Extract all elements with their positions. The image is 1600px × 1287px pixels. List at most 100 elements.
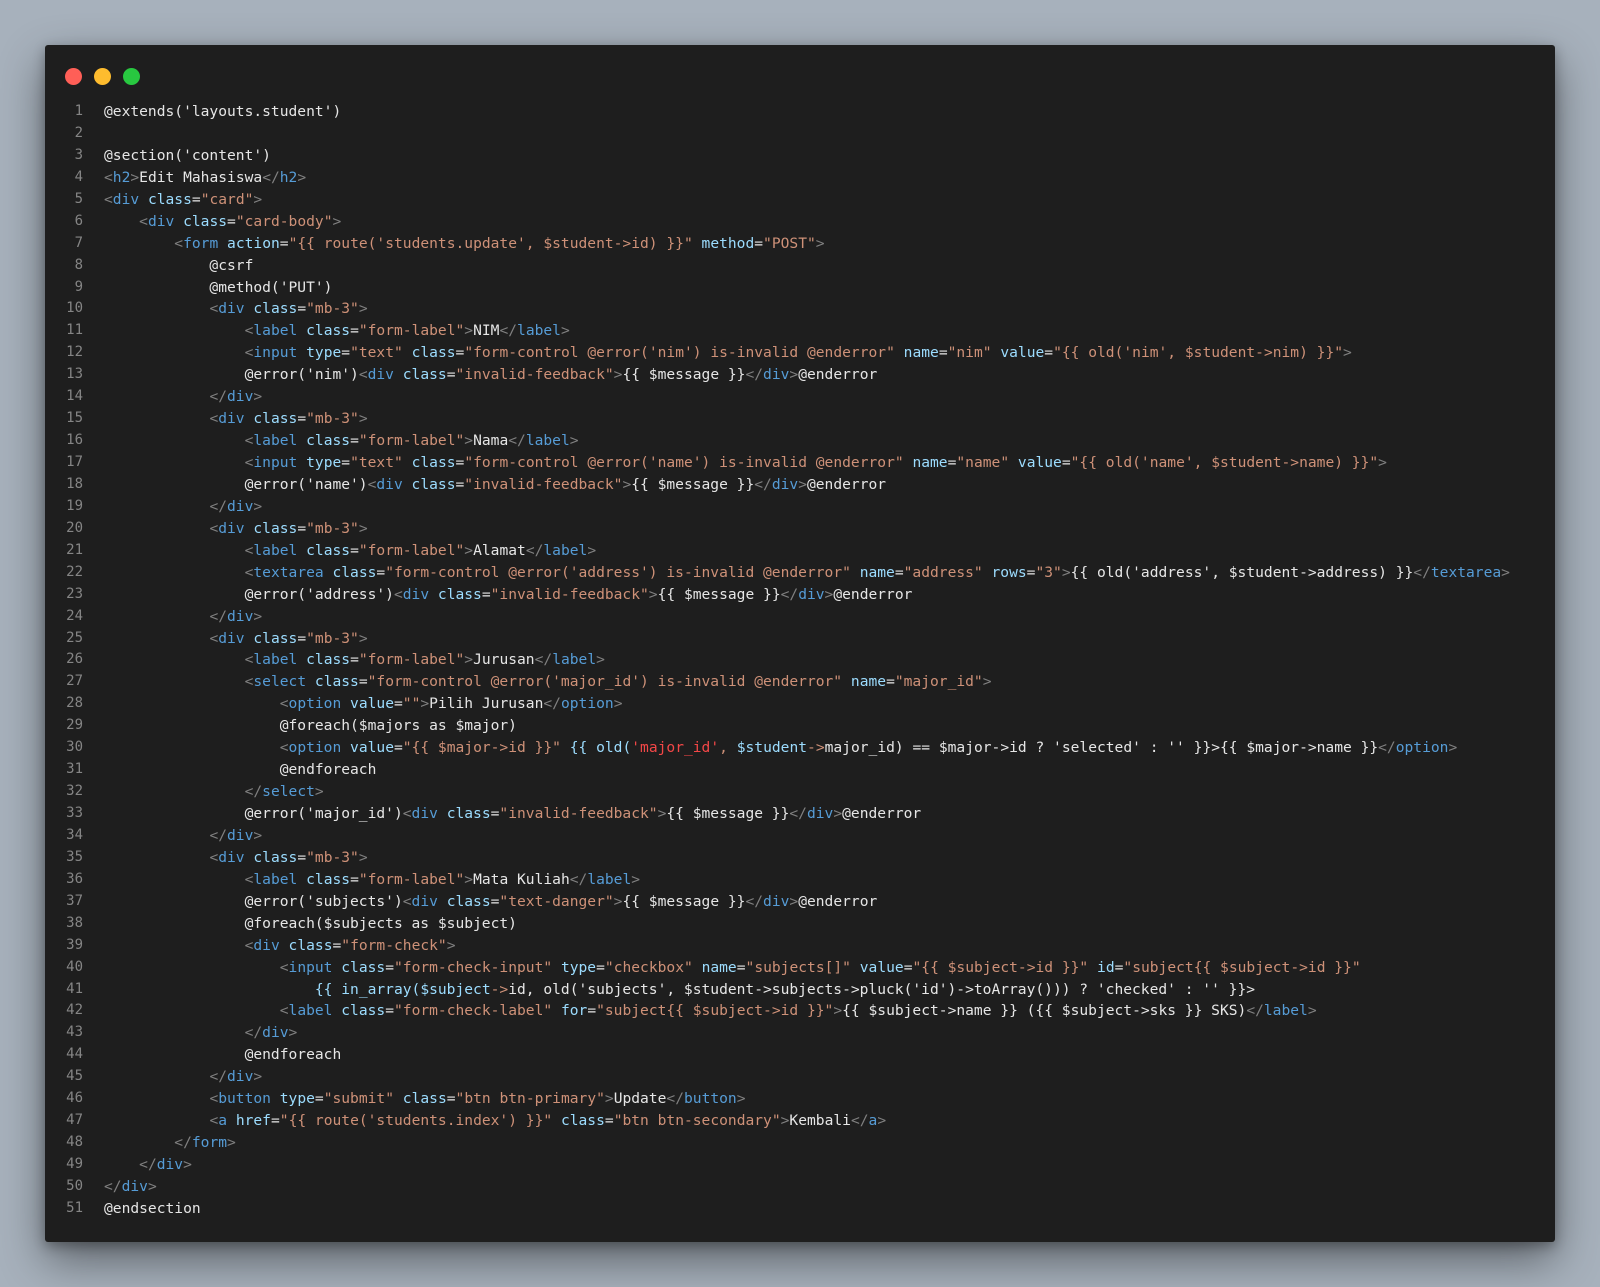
line-number: 25: [66, 629, 83, 646]
code-line: 46 <button type="submit" class="btn btn-…: [45, 1088, 1555, 1110]
line-number: 41: [66, 980, 83, 997]
line-number: 8: [74, 256, 83, 273]
code-line: 49 </div>: [45, 1154, 1555, 1176]
code-line: 14 </div>: [45, 386, 1555, 408]
line-number: 7: [74, 234, 83, 251]
line-source: <div class="mb-3">: [209, 300, 368, 318]
line-source: @foreach($subjects as $subject): [104, 914, 517, 932]
code-line: 35 <div class="mb-3">: [45, 847, 1555, 869]
code-line: 42 <label class="form-check-label" for="…: [45, 1000, 1555, 1022]
line-number: 9: [74, 278, 83, 295]
line-source: <a href="{{ route('students.index') }}" …: [209, 1112, 887, 1130]
close-button[interactable]: [65, 68, 82, 85]
line-source: </div>: [209, 826, 263, 844]
code-line: 38 @foreach($subjects as $subject): [45, 913, 1555, 935]
line-source: <form action="{{ route('students.update'…: [174, 234, 825, 252]
line-source: @csrf: [104, 256, 254, 274]
line-number: 43: [66, 1024, 83, 1041]
code-line: 4 <h2>Edit Mahasiswa</h2>: [45, 167, 1555, 189]
line-number: 31: [66, 761, 83, 778]
code-line: 41 {{ in_array($subject->id, old('subjec…: [45, 979, 1555, 1001]
line-source: @error('nim')<div class="invalid-feedbac…: [104, 366, 878, 384]
line-number: 27: [66, 673, 83, 690]
line-number: 39: [66, 936, 83, 953]
line-number: 24: [66, 607, 83, 624]
line-source: </div>: [244, 1024, 298, 1042]
line-number: 16: [66, 432, 83, 449]
line-source: @error('name')<div class="invalid-feedba…: [104, 475, 887, 493]
line-number: 1: [74, 103, 83, 119]
line-source: <label class="form-label">Alamat</label>: [244, 541, 597, 559]
line-source: {{ in_array($subject->id, old('subjects'…: [314, 980, 1256, 998]
code-line: 28 <option value="">Pilih Jurusan</optio…: [45, 693, 1555, 715]
code-line: 2: [45, 123, 1555, 145]
code-line: 3 @section('content'): [45, 145, 1555, 167]
line-number: 50: [66, 1177, 83, 1194]
code-line: 27 <select class="form-control @error('m…: [45, 671, 1555, 693]
line-source: </div>: [139, 1156, 192, 1173]
code-line: 50 </div>: [45, 1176, 1555, 1198]
line-source: @endforeach: [104, 1046, 342, 1064]
line-source: <label class="form-label">Mata Kuliah</l…: [244, 870, 641, 888]
line-number: 4: [74, 168, 83, 185]
line-number: 30: [66, 739, 83, 756]
line-number: 51: [66, 1199, 83, 1216]
code-line: 47 <a href="{{ route('students.index') }…: [45, 1110, 1555, 1132]
minimize-button[interactable]: [94, 68, 111, 85]
line-number: 18: [66, 475, 83, 492]
line-source: <div class="form-check">: [244, 936, 456, 954]
line-number: 36: [66, 870, 83, 887]
line-source: @error('subjects')<div class="text-dange…: [104, 892, 878, 910]
line-source: <div class="mb-3">: [209, 848, 368, 866]
code-line: 10 <div class="mb-3">: [45, 298, 1555, 320]
code-line: 30 <option value="{{ $major->id }}" {{ o…: [45, 737, 1555, 759]
line-source: @extends('layouts.student'): [104, 103, 342, 120]
code-line: 44 @endforeach: [45, 1044, 1555, 1066]
maximize-button[interactable]: [123, 68, 140, 85]
line-number: 33: [66, 805, 83, 821]
code-line: 21 <label class="form-label">Alamat</lab…: [45, 540, 1555, 562]
code-editor: 1 @extends('layouts.student') 2 3 @section('…: [45, 101, 1555, 1220]
line-source: @error('address')<div class="invalid-fee…: [104, 585, 913, 603]
line-source: <label class="form-check-label" for="sub…: [279, 1002, 1317, 1020]
code-line: 24 </div>: [45, 606, 1555, 628]
line-source: <label class="form-label">Jurusan</label…: [244, 651, 605, 669]
code-line: 9 @method('PUT'): [45, 277, 1555, 299]
code-line: 36 <label class="form-label">Mata Kuliah…: [45, 869, 1555, 891]
line-source: <h2>Edit Mahasiswa</h2>: [104, 168, 307, 186]
line-source: <button type="submit" class="btn btn-pri…: [209, 1090, 746, 1108]
code-line: 23 @error('address')<div class="invalid-…: [45, 584, 1555, 606]
line-source: <label class="form-label">NIM</label>: [244, 322, 570, 340]
code-line: 7 <form action="{{ route('students.updat…: [45, 233, 1555, 255]
code-line: 29 @foreach($majors as $major): [45, 715, 1555, 737]
line-number: 42: [66, 1002, 83, 1019]
line-number: 28: [66, 695, 83, 712]
line-source: </form>: [174, 1134, 236, 1152]
code-line: 40 <input class="form-check-input" type=…: [45, 957, 1555, 979]
line-number: 23: [66, 585, 83, 602]
code-line: 19 </div>: [45, 496, 1555, 518]
line-number: 47: [66, 1112, 83, 1129]
code-line: 5 <div class="card">: [45, 189, 1555, 211]
line-number: 12: [66, 344, 83, 361]
code-line: 1 @extends('layouts.student'): [45, 101, 1555, 123]
code-line: 45 </div>: [45, 1066, 1555, 1088]
line-number: 20: [66, 519, 83, 536]
line-number: 40: [66, 958, 83, 975]
code-window: 1 @extends('layouts.student') 2 3 @section('…: [45, 45, 1555, 1242]
code-line: 31 @endforeach: [45, 759, 1555, 781]
code-line: 15 <div class="mb-3">: [45, 408, 1555, 430]
line-source: <label class="form-label">Nama</label>: [244, 432, 579, 450]
line-number: 49: [66, 1156, 83, 1172]
line-number: 29: [66, 717, 83, 734]
line-source: </div>: [209, 388, 263, 406]
line-number: 48: [66, 1134, 83, 1151]
code-line: 16 <label class="form-label">Nama</label…: [45, 430, 1555, 452]
line-source: <select class="form-control @error('majo…: [244, 673, 992, 691]
line-source: <div class="card">: [104, 190, 263, 208]
line-number: 26: [66, 651, 83, 668]
line-number: 32: [66, 783, 83, 800]
code-line: 37 @error('subjects')<div class="text-da…: [45, 891, 1555, 913]
code-line: 32 </select>: [45, 781, 1555, 803]
line-number: 38: [66, 914, 83, 931]
